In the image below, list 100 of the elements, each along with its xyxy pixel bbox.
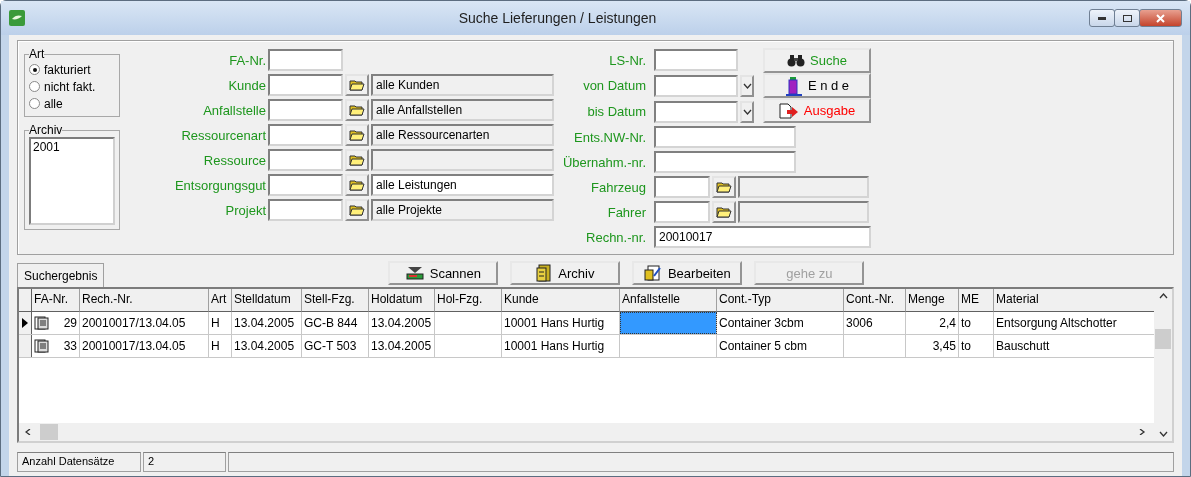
cell-text: 3,45 [932, 339, 956, 353]
cell-text: 3006 [846, 316, 873, 330]
dropdown-button[interactable] [740, 100, 754, 123]
row-indicator[interactable] [19, 312, 32, 334]
document-stack-icon [34, 316, 52, 330]
lookup-button[interactable] [345, 124, 369, 146]
header-corner [19, 289, 32, 312]
window-title: Suche Lieferungen / Leistungen [457, 10, 658, 26]
lookup-button[interactable] [345, 99, 369, 121]
tab[interactable]: Suchergebnis [17, 263, 105, 288]
radio-option[interactable]: fakturiert [29, 61, 115, 78]
horizontal-scrollbar[interactable] [19, 423, 1154, 441]
input-field[interactable]: 20010017 [654, 226, 871, 248]
column-header[interactable]: Cont.-Nr. [844, 289, 906, 312]
action-button[interactable]: Ausgabe [763, 98, 871, 123]
cell-text: 2,4 [939, 316, 956, 330]
radio-option[interactable]: nicht fakt. [29, 78, 115, 95]
group-title: Art [29, 47, 45, 61]
cell-text: to [961, 339, 971, 353]
column-header[interactable]: Menge [906, 289, 959, 312]
lookup-button[interactable] [712, 176, 736, 198]
lookup-button[interactable] [345, 199, 369, 221]
cell-text: GC-B 844 [304, 316, 358, 330]
scroll-thumb[interactable] [1155, 329, 1171, 349]
input-field[interactable] [268, 99, 343, 121]
scroll-thumb[interactable] [40, 424, 58, 440]
caret-down-icon [1158, 431, 1168, 437]
folder-icon [349, 103, 365, 117]
column-header[interactable]: FA-Nr. [32, 289, 80, 312]
column-header[interactable]: Anfallstelle [620, 289, 717, 312]
folder-icon [349, 203, 365, 217]
column-header[interactable]: Kunde [502, 289, 620, 312]
minimize-button[interactable] [1089, 9, 1115, 27]
column-header[interactable]: Stell-Fzg. [302, 289, 369, 312]
field-label: Rechn.-nr. [585, 229, 646, 245]
field-label: LS-Nr. [608, 52, 646, 68]
display-field: alle Anfallstellen [371, 99, 554, 121]
input-field[interactable] [654, 201, 710, 223]
input-field[interactable] [268, 199, 343, 221]
field-label: Projekt [224, 202, 266, 218]
toolbar-button[interactable]: Archiv [510, 261, 621, 285]
cell-text: Bauschutt [996, 339, 1050, 353]
row-pointer-icon [22, 318, 28, 328]
field-label: Kunde [227, 77, 266, 93]
input-field[interactable] [268, 149, 343, 171]
input-field[interactable] [268, 74, 343, 96]
list-item[interactable]: 2001 [33, 140, 111, 154]
maximize-button[interactable] [1114, 9, 1140, 27]
close-button[interactable] [1139, 9, 1182, 27]
column-header[interactable]: Holdatum [369, 289, 435, 312]
input-field[interactable] [268, 49, 343, 71]
input-field[interactable] [268, 124, 343, 146]
maximize-icon [1122, 14, 1132, 22]
column-header[interactable]: Cont.-Typ [717, 289, 844, 312]
document-stack-icon [34, 339, 52, 353]
field-label: von Datum [582, 78, 646, 94]
lookup-button[interactable] [345, 74, 369, 96]
field-label: bis Datum [586, 104, 646, 120]
column-header[interactable]: Stelldatum [232, 289, 302, 312]
cell-text: 10001 Hans Hurtig [504, 316, 605, 330]
cell-text: 29 [63, 316, 77, 330]
door-icon [784, 75, 803, 96]
radio-option[interactable]: alle [29, 95, 115, 112]
input-field[interactable] [654, 151, 796, 173]
cabinet-icon [536, 264, 553, 282]
folder-icon [349, 178, 365, 192]
field-label: Anfallstelle [202, 102, 266, 118]
action-button[interactable]: E n d e [763, 73, 871, 98]
lookup-button[interactable] [345, 149, 369, 171]
lookup-button[interactable] [712, 201, 736, 223]
column-header[interactable]: Rech.-Nr. [80, 289, 209, 312]
toolbar-button[interactable]: Scannen [388, 261, 499, 285]
cell-text: H [211, 339, 220, 353]
column-header[interactable]: Hol-Fzg. [435, 289, 502, 312]
date-field[interactable] [654, 75, 738, 97]
scanner-icon [405, 266, 424, 280]
toolbar-button[interactable]: Bearbeiten [632, 261, 743, 285]
binoculars-icon [787, 54, 806, 67]
app-icon [9, 10, 25, 26]
cell-text: Container 5 cbm [719, 339, 808, 353]
input-field[interactable] [268, 174, 343, 196]
display-field[interactable]: alle Leistungen [371, 174, 554, 196]
field-label: Ents.NW-Nr. [573, 129, 646, 145]
folder-icon [716, 180, 732, 194]
input-field[interactable] [654, 49, 738, 71]
date-field[interactable] [654, 100, 738, 123]
group-title: Archiv [29, 123, 63, 137]
dropdown-button[interactable] [740, 75, 754, 97]
cell-text: Entsorgung Altschotter [996, 316, 1117, 330]
cell-text: 13.04.2005 [234, 316, 295, 330]
column-header[interactable]: ME [959, 289, 994, 312]
cell-text: 10001 Hans Hurtig [504, 339, 605, 353]
input-field[interactable] [654, 126, 796, 148]
caret-up-icon [1158, 293, 1168, 299]
column-header[interactable]: Material [994, 289, 1154, 312]
input-field[interactable] [654, 176, 710, 198]
vertical-scrollbar[interactable] [1154, 289, 1172, 441]
lookup-button[interactable] [345, 174, 369, 196]
column-header[interactable]: Art [209, 289, 232, 312]
cell-text: 20010017/13.04.05 [82, 316, 186, 330]
